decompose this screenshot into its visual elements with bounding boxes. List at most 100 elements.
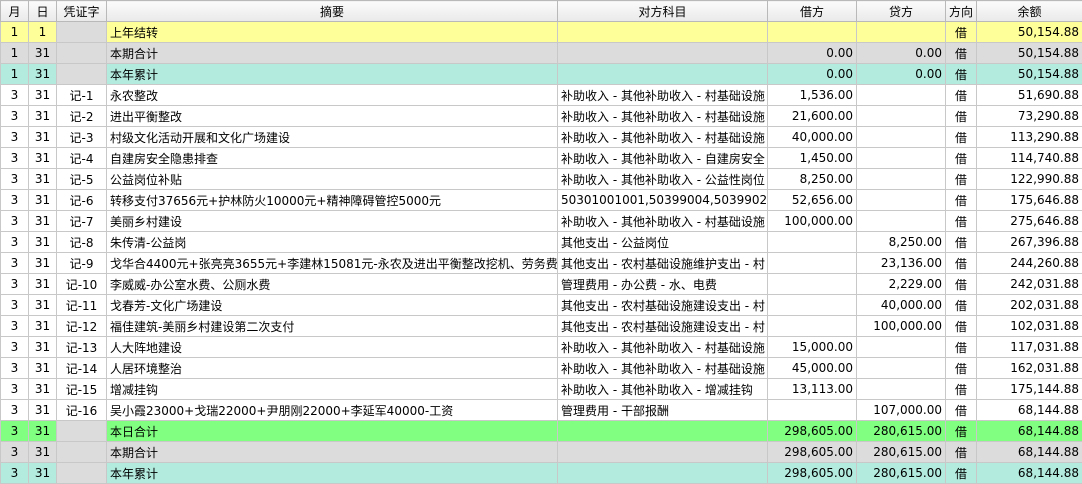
cell-balance[interactable]: 50,154.88 (976, 21, 1082, 43)
cell-direction[interactable]: 借 (945, 42, 977, 64)
cell-balance[interactable]: 117,031.88 (976, 336, 1082, 358)
table-row[interactable]: 3 31 本日合计 298,605.00 280,615.00 借 68,144.88 (0, 420, 1082, 442)
cell-summary[interactable]: 本期合计 (106, 441, 558, 463)
cell-day[interactable]: 31 (28, 273, 57, 295)
cell-month[interactable]: 3 (0, 462, 29, 484)
cell-month[interactable]: 3 (0, 252, 29, 274)
cell-credit[interactable]: 100,000.00 (856, 315, 946, 337)
col-direction-header[interactable]: 方向 (945, 0, 977, 22)
cell-balance[interactable]: 175,144.88 (976, 378, 1082, 400)
table-row[interactable]: 3 31 记-5 公益岗位补贴 补助收入 - 其他补助收入 - 公益性岗位 8,250.0… (0, 168, 1082, 190)
cell-month[interactable]: 3 (0, 147, 29, 169)
col-credit-header[interactable]: 贷方 (856, 0, 946, 22)
cell-day[interactable]: 31 (28, 126, 57, 148)
cell-balance[interactable]: 202,031.88 (976, 294, 1082, 316)
cell-summary[interactable]: 上年结转 (106, 21, 558, 43)
cell-month[interactable]: 3 (0, 420, 29, 442)
cell-account[interactable]: 补助收入 - 其他补助收入 - 增减挂钩 (557, 378, 768, 400)
cell-direction[interactable]: 借 (945, 84, 977, 106)
cell-account[interactable]: 补助收入 - 其他补助收入 - 村基础设施 (557, 336, 768, 358)
cell-balance[interactable]: 50,154.88 (976, 63, 1082, 85)
cell-summary[interactable]: 增减挂钩 (106, 378, 558, 400)
cell-summary[interactable]: 戈华合4400元+张亮亮3655元+李建林15081元-永农及进出平衡整改挖机、… (106, 252, 558, 274)
col-debit-header[interactable]: 借方 (767, 0, 857, 22)
cell-month[interactable]: 3 (0, 399, 29, 421)
cell-month[interactable]: 3 (0, 126, 29, 148)
cell-account[interactable] (557, 21, 768, 43)
cell-day[interactable]: 31 (28, 399, 57, 421)
cell-credit[interactable]: 2,229.00 (856, 273, 946, 295)
cell-account[interactable] (557, 441, 768, 463)
cell-voucher[interactable]: 记-7 (56, 210, 107, 232)
cell-month[interactable]: 1 (0, 63, 29, 85)
cell-debit[interactable]: 298,605.00 (767, 462, 857, 484)
cell-day[interactable]: 31 (28, 378, 57, 400)
cell-credit[interactable]: 8,250.00 (856, 231, 946, 253)
cell-summary[interactable]: 本年累计 (106, 462, 558, 484)
cell-account[interactable]: 补助收入 - 其他补助收入 - 村基础设施 (557, 210, 768, 232)
cell-month[interactable]: 3 (0, 378, 29, 400)
cell-account[interactable]: 补助收入 - 其他补助收入 - 村基础设施 (557, 126, 768, 148)
cell-summary[interactable]: 进出平衡整改 (106, 105, 558, 127)
cell-day[interactable]: 31 (28, 189, 57, 211)
table-row[interactable]: 3 31 记-1 永农整改 补助收入 - 其他补助收入 - 村基础设施 1,536.00 借… (0, 84, 1082, 106)
cell-debit[interactable]: 8,250.00 (767, 168, 857, 190)
cell-balance[interactable]: 73,290.88 (976, 105, 1082, 127)
cell-balance[interactable]: 68,144.88 (976, 462, 1082, 484)
cell-account[interactable]: 其他支出 - 农村基础设施维护支出 - 村 (557, 252, 768, 274)
cell-balance[interactable]: 68,144.88 (976, 441, 1082, 463)
table-row[interactable]: 3 31 记-10 李威威-办公室水费、公厕水费 管理费用 - 办公费 - 水、电费 2,… (0, 273, 1082, 295)
cell-voucher[interactable]: 记-4 (56, 147, 107, 169)
cell-balance[interactable]: 122,990.88 (976, 168, 1082, 190)
cell-month[interactable]: 3 (0, 84, 29, 106)
cell-summary[interactable]: 人大阵地建设 (106, 336, 558, 358)
cell-direction[interactable]: 借 (945, 336, 977, 358)
cell-month[interactable]: 1 (0, 21, 29, 43)
cell-voucher[interactable]: 记-2 (56, 105, 107, 127)
cell-direction[interactable]: 借 (945, 441, 977, 463)
cell-debit[interactable] (767, 315, 857, 337)
cell-direction[interactable]: 借 (945, 210, 977, 232)
cell-account[interactable]: 补助收入 - 其他补助收入 - 公益性岗位 (557, 168, 768, 190)
cell-summary[interactable]: 村级文化活动开展和文化广场建设 (106, 126, 558, 148)
cell-month[interactable]: 3 (0, 315, 29, 337)
cell-summary[interactable]: 戈春芳-文化广场建设 (106, 294, 558, 316)
cell-account[interactable] (557, 462, 768, 484)
cell-voucher[interactable] (56, 63, 107, 85)
cell-month[interactable]: 3 (0, 441, 29, 463)
cell-credit[interactable]: 0.00 (856, 42, 946, 64)
cell-debit[interactable]: 0.00 (767, 42, 857, 64)
cell-debit[interactable] (767, 231, 857, 253)
cell-direction[interactable]: 借 (945, 378, 977, 400)
cell-direction[interactable]: 借 (945, 168, 977, 190)
table-row[interactable]: 1 1 上年结转 借 50,154.88 (0, 21, 1082, 43)
cell-summary[interactable]: 美丽乡村建设 (106, 210, 558, 232)
cell-summary[interactable]: 朱传清-公益岗 (106, 231, 558, 253)
cell-day[interactable]: 31 (28, 231, 57, 253)
cell-day[interactable]: 31 (28, 441, 57, 463)
cell-credit[interactable] (856, 336, 946, 358)
cell-debit[interactable] (767, 273, 857, 295)
table-row[interactable]: 3 31 本期合计 298,605.00 280,615.00 借 68,144.88 (0, 441, 1082, 463)
cell-debit[interactable]: 52,656.00 (767, 189, 857, 211)
cell-day[interactable]: 31 (28, 42, 57, 64)
col-balance-header[interactable]: 余额 (976, 0, 1082, 22)
cell-summary[interactable]: 本日合计 (106, 420, 558, 442)
cell-credit[interactable] (856, 210, 946, 232)
cell-account[interactable]: 其他支出 - 农村基础设施建设支出 - 村 (557, 315, 768, 337)
cell-credit[interactable] (856, 357, 946, 379)
cell-balance[interactable]: 102,031.88 (976, 315, 1082, 337)
cell-debit[interactable]: 298,605.00 (767, 441, 857, 463)
cell-balance[interactable]: 51,690.88 (976, 84, 1082, 106)
cell-direction[interactable]: 借 (945, 21, 977, 43)
cell-month[interactable]: 3 (0, 189, 29, 211)
cell-account[interactable]: 管理费用 - 干部报酬 (557, 399, 768, 421)
col-month-header[interactable]: 月 (0, 0, 29, 22)
cell-credit[interactable]: 40,000.00 (856, 294, 946, 316)
cell-balance[interactable]: 68,144.88 (976, 399, 1082, 421)
cell-account[interactable] (557, 42, 768, 64)
cell-balance[interactable]: 175,646.88 (976, 189, 1082, 211)
cell-credit[interactable] (856, 105, 946, 127)
cell-direction[interactable]: 借 (945, 105, 977, 127)
cell-account[interactable]: 补助收入 - 其他补助收入 - 村基础设施 (557, 357, 768, 379)
